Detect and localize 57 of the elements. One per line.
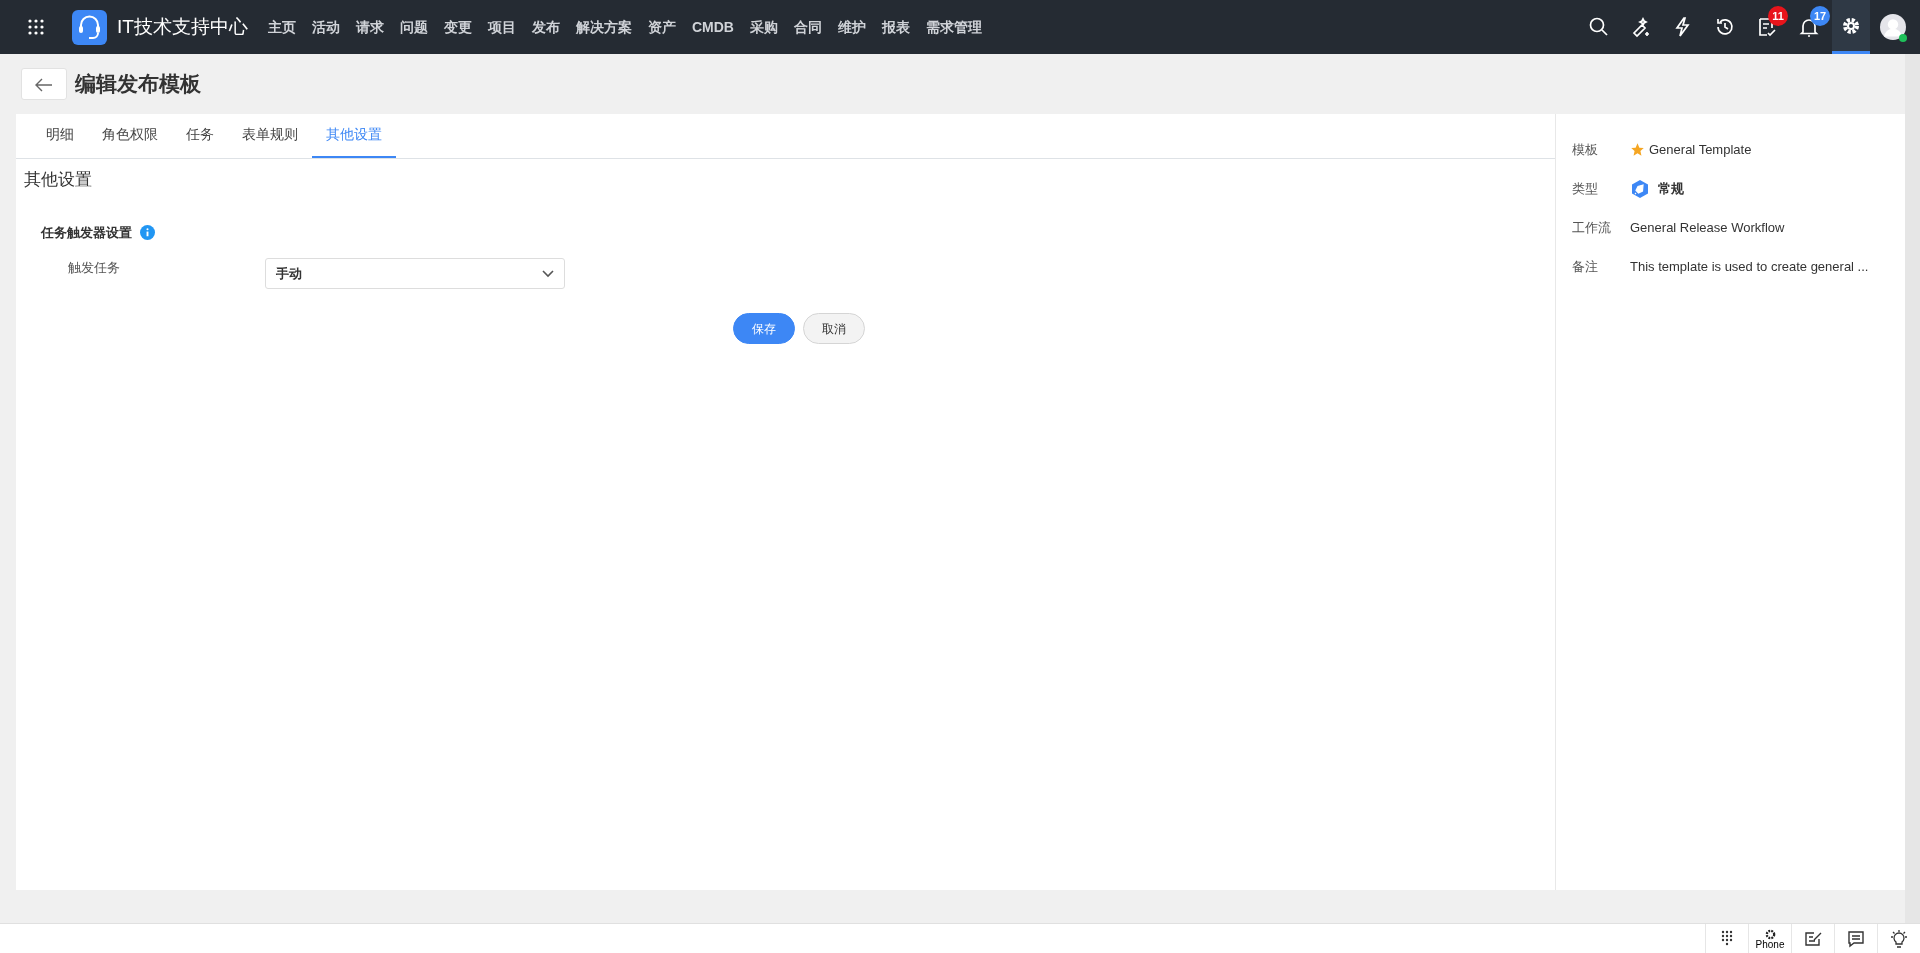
tab[interactable]: 其他设置	[312, 114, 396, 158]
gear-icon	[1764, 928, 1776, 940]
wand-icon	[1630, 16, 1652, 38]
count-badge: 17	[1810, 6, 1830, 26]
nav-link[interactable]: 采购	[741, 16, 786, 38]
trigger-select[interactable]: 手动	[265, 258, 565, 289]
detail-value: General Release Workflow	[1630, 218, 1785, 237]
checklist-button[interactable]: 11	[1748, 0, 1786, 54]
save-button[interactable]: 保存	[733, 313, 795, 344]
group-title: 任务触发器设置	[41, 223, 132, 242]
detail-label: 模板	[1572, 140, 1599, 159]
lightbulb-icon	[1889, 929, 1909, 949]
bell-button[interactable]: 17	[1790, 0, 1828, 54]
nav-link[interactable]: 主页	[259, 16, 304, 38]
count-badge: 11	[1768, 6, 1788, 26]
nav-link[interactable]: 变更	[435, 16, 480, 38]
app-title: IT技术支持中心	[117, 14, 248, 39]
note-edit-icon	[1803, 929, 1823, 949]
section-title: 其他设置	[23, 169, 93, 191]
nav-link[interactable]: CMDB	[683, 16, 742, 38]
nav-link[interactable]: 问题	[391, 16, 436, 38]
chevron-down-icon	[542, 269, 554, 278]
tab[interactable]: 角色权限	[88, 114, 172, 158]
nav-link[interactable]: 维护	[829, 16, 874, 38]
avatar-icon	[1880, 12, 1906, 42]
nav-link[interactable]: 需求管理	[917, 16, 990, 38]
nav-link[interactable]: 活动	[303, 16, 348, 38]
nav-link[interactable]: 请求	[347, 16, 392, 38]
nav-link[interactable]: 项目	[479, 16, 524, 38]
info-icon[interactable]	[140, 224, 155, 240]
detail-value: General Template	[1649, 140, 1752, 159]
scrollbar[interactable]	[1905, 54, 1920, 923]
field-label: 触发任务	[68, 258, 121, 277]
detail-label: 类型	[1572, 179, 1599, 198]
search-icon	[1588, 16, 1610, 38]
chat-icon	[1846, 929, 1866, 949]
nav-link[interactable]: 解决方案	[567, 16, 640, 38]
tab[interactable]: 明细	[32, 114, 88, 158]
nav-link[interactable]: 发布	[523, 16, 568, 38]
rocket-icon	[1630, 178, 1650, 199]
tab[interactable]: 表单规则	[228, 114, 312, 158]
headset-logo-icon	[72, 9, 107, 45]
star-icon	[1630, 142, 1645, 157]
detail-label: 工作流	[1572, 218, 1612, 237]
settings-button[interactable]	[1832, 0, 1870, 54]
nav-link[interactable]: 资产	[639, 16, 684, 38]
page-title: 编辑发布模板	[75, 71, 201, 98]
cancel-button[interactable]: 取消	[803, 313, 865, 344]
tab[interactable]: 任务	[172, 114, 228, 158]
detail-value: 常规	[1658, 179, 1684, 198]
nav-link[interactable]: 报表	[873, 16, 918, 38]
arrow-left-icon	[35, 77, 53, 92]
nav-link[interactable]: 合同	[785, 16, 830, 38]
detail-value: This template is used to create general ...	[1630, 257, 1869, 276]
history-icon	[1714, 16, 1736, 38]
back-button[interactable]	[21, 68, 67, 100]
detail-label: 备注	[1572, 257, 1599, 276]
